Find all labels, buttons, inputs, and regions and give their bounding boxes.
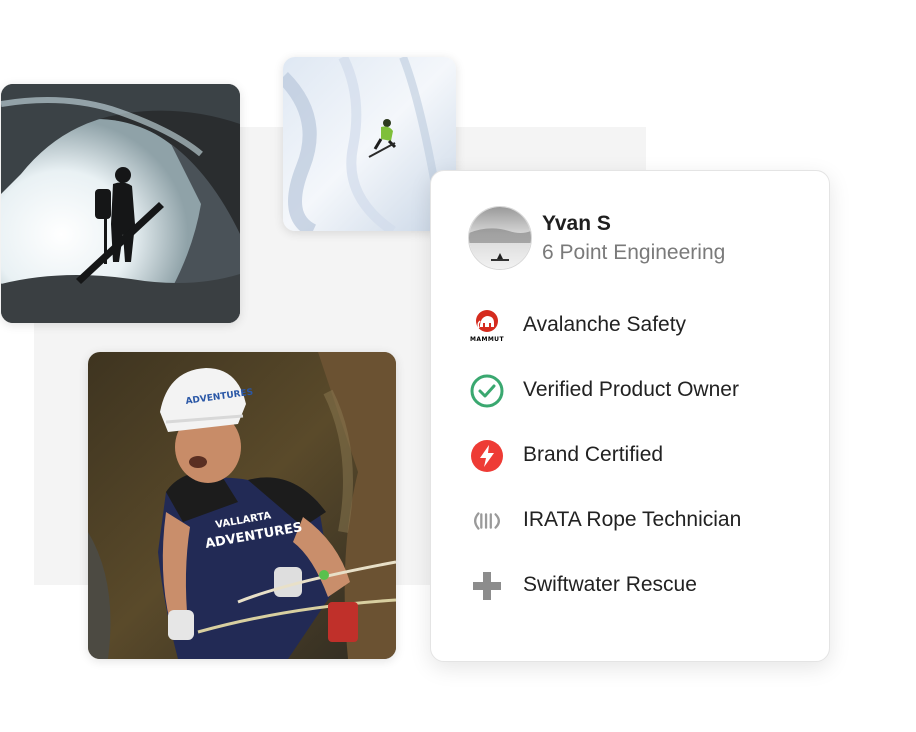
irata-logo-icon bbox=[469, 502, 505, 540]
badge-label: IRATA Rope Technician bbox=[523, 508, 742, 531]
mammut-logo-text: MAMMUT bbox=[470, 336, 504, 343]
badge-label: Swiftwater Rescue bbox=[523, 573, 697, 596]
mammut-logo-icon: MAMMUT bbox=[469, 307, 505, 345]
badge-avalanche-safety: MAMMUT Avalanche Safety bbox=[469, 307, 819, 372]
profile-card: Yvan S 6 Point Engineering MAMMUT Avalan… bbox=[430, 170, 830, 662]
badge-irata-rope-technician: IRATA Rope Technician bbox=[469, 502, 819, 567]
lightning-bolt-icon bbox=[469, 437, 505, 475]
badge-label: Brand Certified bbox=[523, 443, 664, 466]
canyoneering-photo: ADVENTURES VALLARTA ADVENTURES bbox=[88, 352, 396, 659]
badge-swiftwater-rescue: Swiftwater Rescue bbox=[469, 567, 819, 632]
profile-company: 6 Point Engineering bbox=[542, 241, 726, 264]
badge-verified-product-owner: Verified Product Owner bbox=[469, 372, 819, 437]
profile-header: Yvan S 6 Point Engineering bbox=[468, 206, 809, 270]
profile-name: Yvan S bbox=[542, 212, 611, 235]
badge-label: Verified Product Owner bbox=[523, 378, 739, 401]
badge-list: MAMMUT Avalanche Safety Verified Product… bbox=[469, 307, 819, 632]
plus-icon bbox=[469, 567, 505, 605]
ice-cave-photo bbox=[1, 84, 240, 323]
check-circle-icon bbox=[469, 372, 505, 410]
badge-brand-certified: Brand Certified bbox=[469, 437, 819, 502]
badge-label: Avalanche Safety bbox=[523, 313, 687, 336]
avatar[interactable] bbox=[468, 206, 532, 270]
